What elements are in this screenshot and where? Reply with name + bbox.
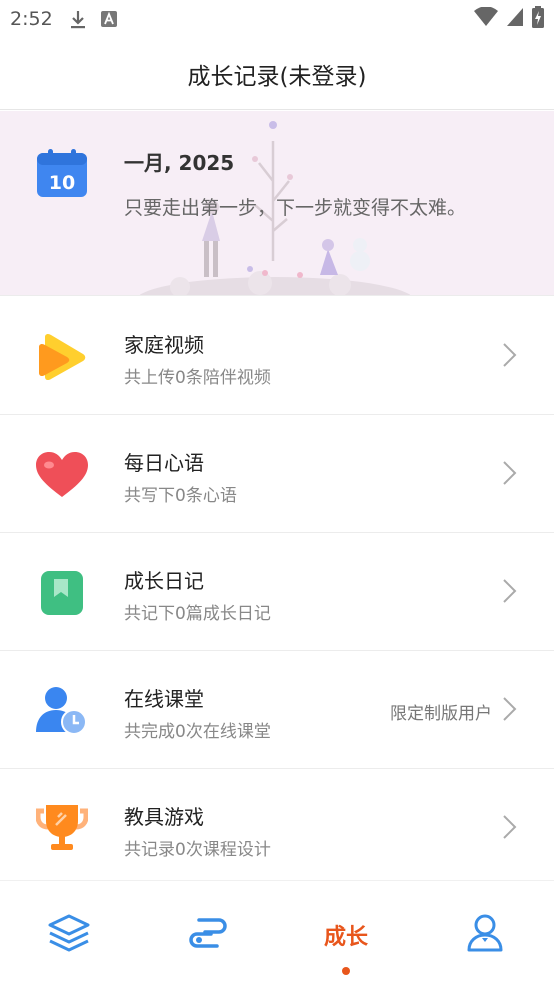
list-item-teaching-games[interactable]: 教具游戏 共记录0次课程设计 bbox=[0, 769, 554, 887]
item-title: 每日心语 bbox=[124, 451, 204, 475]
active-tab-indicator bbox=[342, 967, 350, 975]
chevron-right-icon bbox=[502, 696, 518, 726]
item-title: 教具游戏 bbox=[124, 805, 204, 829]
status-time: 2:52 bbox=[10, 8, 53, 30]
calendar-icon: 10 bbox=[37, 149, 87, 201]
item-subtitle: 共写下0条心语 bbox=[124, 486, 237, 506]
play-icon bbox=[36, 331, 88, 383]
list-item-growth-diary[interactable]: 成长日记 共记下0篇成长日记 bbox=[0, 533, 554, 651]
date-banner: 10 一月, 2025 只要走出第一步，下一步就变得不太难。 bbox=[0, 111, 554, 296]
tab-growth-label: 成长 bbox=[323, 925, 368, 950]
heart-icon bbox=[36, 449, 88, 501]
list-item-family-video[interactable]: 家庭视频 共上传0条陪伴视频 bbox=[0, 297, 554, 415]
limited-edition-tag: 限定制版用户 bbox=[390, 704, 492, 724]
battery-icon bbox=[532, 5, 544, 33]
list-item-online-class[interactable]: 在线课堂 共完成0次在线课堂 限定制版用户 bbox=[0, 651, 554, 769]
app-header: 成长记录(未登录) bbox=[0, 38, 554, 110]
tab-growth[interactable]: 成长 bbox=[316, 913, 376, 957]
download-icon bbox=[69, 9, 87, 29]
banner-quote: 只要走出第一步，下一步就变得不太难。 bbox=[124, 197, 467, 219]
page-title: 成长记录(未登录) bbox=[187, 63, 367, 90]
link-icon bbox=[189, 916, 227, 954]
item-subtitle: 共上传0条陪伴视频 bbox=[124, 368, 271, 388]
item-subtitle: 共完成0次在线课堂 bbox=[124, 722, 271, 742]
font-icon bbox=[100, 11, 117, 27]
tab-layers[interactable] bbox=[39, 913, 99, 957]
chevron-right-icon bbox=[502, 578, 518, 608]
chevron-right-icon bbox=[502, 814, 518, 844]
signal-icon bbox=[506, 7, 524, 32]
item-title: 在线课堂 bbox=[124, 687, 204, 711]
tab-discover[interactable] bbox=[178, 913, 238, 957]
user-icon bbox=[467, 914, 503, 956]
wifi-icon bbox=[474, 5, 498, 32]
item-subtitle: 共记下0篇成长日记 bbox=[124, 604, 271, 624]
layers-icon bbox=[48, 914, 90, 956]
chevron-right-icon bbox=[502, 342, 518, 372]
bottom-tab-bar: 成长 bbox=[0, 880, 554, 984]
calendar-day: 10 bbox=[49, 172, 75, 194]
item-title: 成长日记 bbox=[124, 569, 204, 593]
tab-profile[interactable] bbox=[455, 913, 515, 957]
item-subtitle: 共记录0次课程设计 bbox=[124, 840, 271, 860]
banner-month: 一月, 2025 bbox=[124, 151, 235, 175]
record-list: 家庭视频 共上传0条陪伴视频 每日心语 共写下0条心语 成长日记 共记下0篇成长… bbox=[0, 297, 554, 887]
list-item-daily-message[interactable]: 每日心语 共写下0条心语 bbox=[0, 415, 554, 533]
bookmark-icon bbox=[36, 567, 88, 619]
item-title: 家庭视频 bbox=[124, 333, 204, 357]
status-bar: 2:52 bbox=[0, 0, 554, 38]
user-clock-icon bbox=[36, 685, 88, 737]
chevron-right-icon bbox=[502, 460, 518, 490]
trophy-icon bbox=[36, 803, 88, 855]
